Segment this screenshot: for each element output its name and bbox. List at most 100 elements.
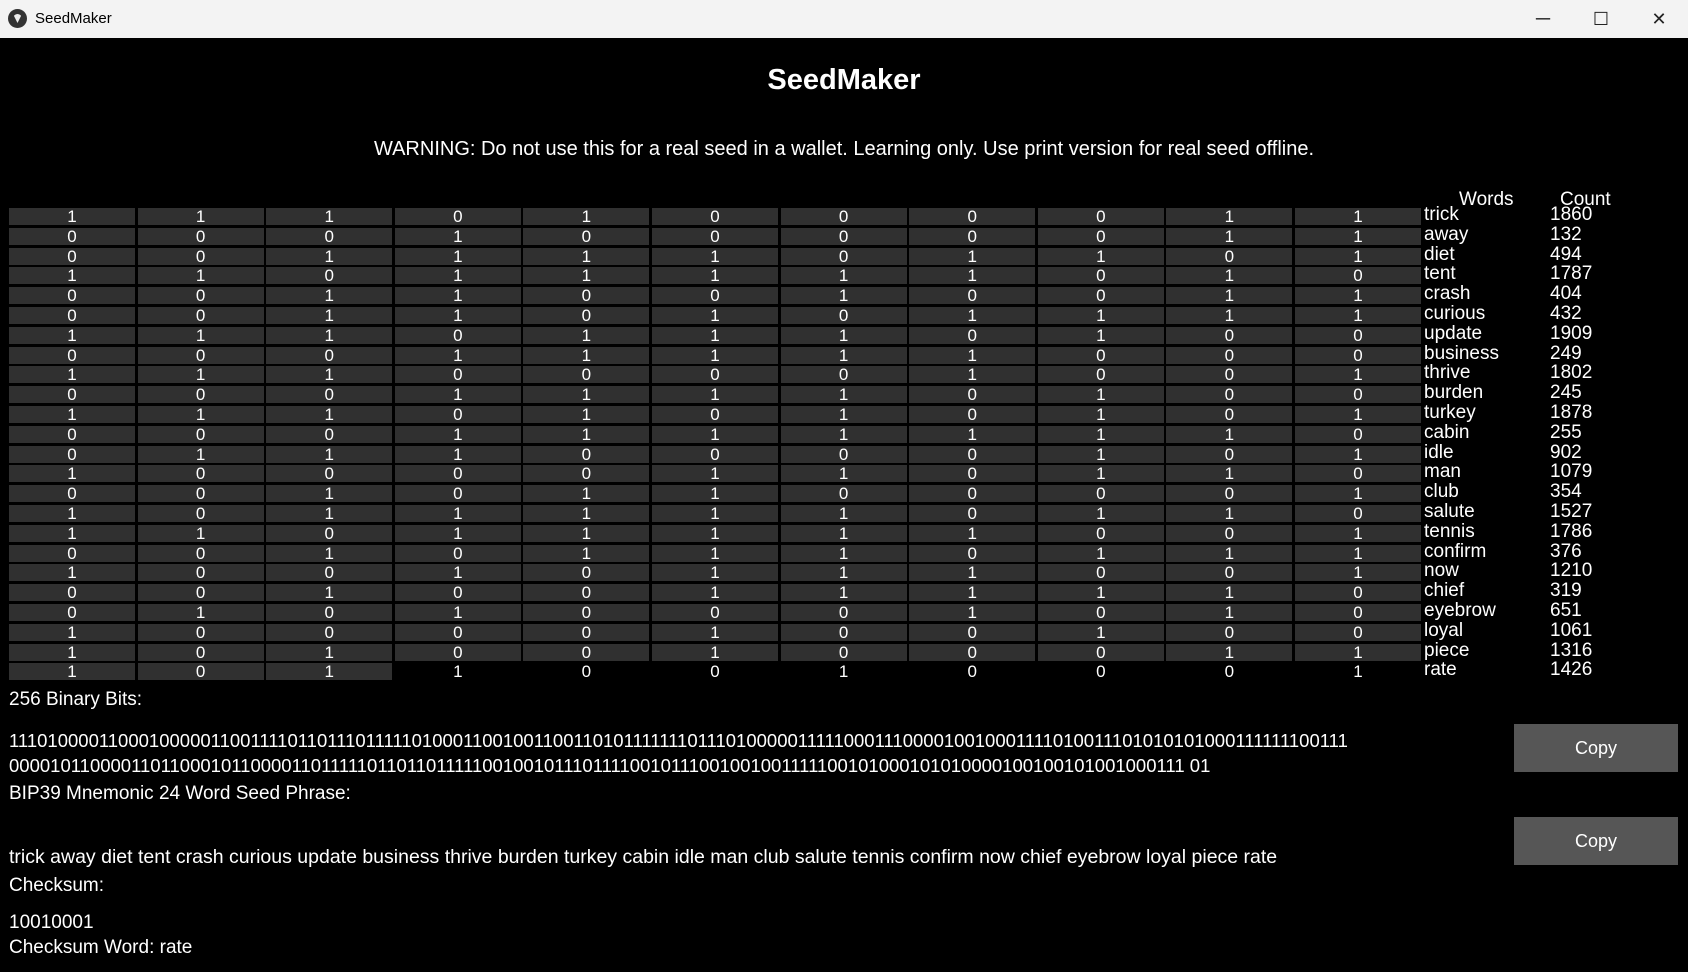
bit-cell[interactable]: 1	[394, 247, 521, 265]
bit-cell[interactable]: 0	[780, 306, 907, 324]
bit-cell[interactable]: 1	[1295, 544, 1421, 562]
bit-cell[interactable]: 1	[523, 208, 650, 226]
bit-cell[interactable]: 1	[1295, 564, 1421, 582]
bit-cell[interactable]: 1	[780, 465, 907, 483]
bit-cell[interactable]: 1	[1166, 267, 1293, 285]
bit-cell[interactable]: 1	[652, 564, 778, 582]
bit-cell[interactable]: 0	[266, 564, 393, 582]
bit-cell[interactable]: 0	[9, 485, 135, 503]
bit-cell[interactable]: 0	[394, 326, 521, 344]
bit-cell[interactable]: 0	[523, 623, 650, 641]
bit-cell[interactable]: 1	[1166, 465, 1293, 483]
bit-cell[interactable]: 0	[909, 386, 1036, 404]
maximize-button[interactable]: ☐	[1572, 0, 1630, 38]
bit-cell[interactable]: 1	[780, 267, 907, 285]
bit-cell[interactable]: 0	[266, 425, 393, 443]
bit-cell[interactable]: 1	[9, 326, 135, 344]
bit-cell[interactable]: 1	[1037, 405, 1164, 423]
bit-cell[interactable]: 1	[909, 425, 1036, 443]
bit-cell[interactable]: 0	[394, 623, 521, 641]
bit-cell[interactable]: 0	[1295, 267, 1421, 285]
bit-cell[interactable]: 0	[1037, 287, 1164, 305]
bit-cell[interactable]: 0	[909, 485, 1036, 503]
bit-cell[interactable]: 1	[394, 346, 521, 364]
bit-cell[interactable]: 0	[1037, 346, 1164, 364]
bit-cell[interactable]: 1	[1037, 306, 1164, 324]
bit-cell[interactable]: 1	[780, 346, 907, 364]
bit-cell[interactable]: 0	[523, 366, 650, 384]
bit-cell[interactable]: 1	[1037, 544, 1164, 562]
bit-cell[interactable]: 1	[394, 386, 521, 404]
bit-cell[interactable]: 1	[780, 544, 907, 562]
bit-cell[interactable]: 1	[909, 366, 1036, 384]
bit-cell[interactable]: 0	[1037, 208, 1164, 226]
bit-cell[interactable]: 0	[137, 564, 264, 582]
bit-cell[interactable]: 0	[652, 603, 778, 621]
bit-cell[interactable]: 1	[394, 267, 521, 285]
bit-cell[interactable]: 0	[1295, 425, 1421, 443]
bit-cell[interactable]: 0	[909, 623, 1036, 641]
minimize-button[interactable]: ─	[1514, 0, 1572, 38]
bit-cell[interactable]: 1	[523, 346, 650, 364]
bit-cell[interactable]: 0	[137, 584, 264, 602]
bit-cell[interactable]: 1	[1037, 584, 1164, 602]
bit-cell[interactable]: 0	[780, 366, 907, 384]
copy-mnemonic-button[interactable]: Copy	[1514, 817, 1678, 865]
bit-cell[interactable]: 1	[1037, 386, 1164, 404]
bit-cell[interactable]: 0	[1166, 564, 1293, 582]
bit-cell[interactable]: 1	[137, 267, 264, 285]
bit-cell[interactable]: 1	[523, 326, 650, 344]
bit-cell[interactable]: 1	[523, 405, 650, 423]
bit-cell[interactable]: 0	[909, 663, 1035, 681]
bit-cell[interactable]: 0	[909, 208, 1036, 226]
bit-cell[interactable]: 1	[1295, 643, 1421, 661]
bit-cell[interactable]: 0	[652, 366, 778, 384]
bit-cell[interactable]: 0	[1295, 584, 1421, 602]
bit-cell[interactable]: 0	[266, 346, 393, 364]
bit-cell[interactable]: 0	[1037, 227, 1164, 245]
bit-cell[interactable]: 0	[780, 623, 907, 641]
bit-cell[interactable]: 1	[9, 366, 135, 384]
bit-cell[interactable]: 1	[909, 584, 1036, 602]
bit-cell[interactable]: 0	[909, 287, 1036, 305]
bit-cell[interactable]: 1	[395, 663, 521, 681]
bit-cell[interactable]: 1	[652, 247, 778, 265]
bit-cell[interactable]: 1	[652, 485, 778, 503]
bit-cell[interactable]: 1	[1166, 603, 1293, 621]
bit-cell[interactable]: 0	[9, 306, 135, 324]
bit-cell[interactable]: 1	[9, 643, 135, 661]
bit-cell[interactable]: 1	[523, 504, 650, 522]
bit-cell[interactable]: 1	[137, 208, 264, 226]
bit-cell[interactable]: 0	[523, 643, 650, 661]
bit-cell[interactable]: 0	[1166, 524, 1293, 542]
bit-cell[interactable]: 1	[652, 346, 778, 364]
bit-cell[interactable]: 1	[909, 247, 1036, 265]
bit-cell[interactable]: 0	[1038, 663, 1164, 681]
bit-cell[interactable]: 0	[266, 227, 393, 245]
bit-cell[interactable]: 0	[266, 524, 393, 542]
bit-cell[interactable]: 1	[780, 564, 907, 582]
bit-cell[interactable]: 1	[9, 564, 135, 582]
bit-cell[interactable]: 0	[909, 544, 1036, 562]
bit-cell[interactable]: 1	[266, 247, 393, 265]
bit-cell[interactable]: 0	[137, 663, 264, 681]
bit-cell[interactable]: 0	[652, 227, 778, 245]
bit-cell[interactable]: 1	[394, 445, 521, 463]
bit-cell[interactable]: 1	[266, 405, 393, 423]
bit-cell[interactable]: 0	[780, 603, 907, 621]
bit-cell[interactable]: 0	[137, 643, 264, 661]
bit-cell[interactable]: 0	[137, 227, 264, 245]
bit-cell[interactable]: 1	[266, 584, 393, 602]
bit-cell[interactable]: 0	[652, 287, 778, 305]
bit-cell[interactable]: 0	[1295, 326, 1421, 344]
bit-cell[interactable]: 1	[137, 445, 264, 463]
bit-cell[interactable]: 0	[9, 445, 135, 463]
bit-cell[interactable]: 1	[9, 623, 135, 641]
bit-cell[interactable]: 0	[1037, 366, 1164, 384]
bit-cell[interactable]: 0	[1037, 564, 1164, 582]
bit-cell[interactable]: 0	[137, 544, 264, 562]
bit-cell[interactable]: 1	[652, 326, 778, 344]
bit-cell[interactable]: 1	[9, 405, 135, 423]
bit-cell[interactable]: 1	[266, 663, 393, 681]
bit-cell[interactable]: 1	[394, 504, 521, 522]
